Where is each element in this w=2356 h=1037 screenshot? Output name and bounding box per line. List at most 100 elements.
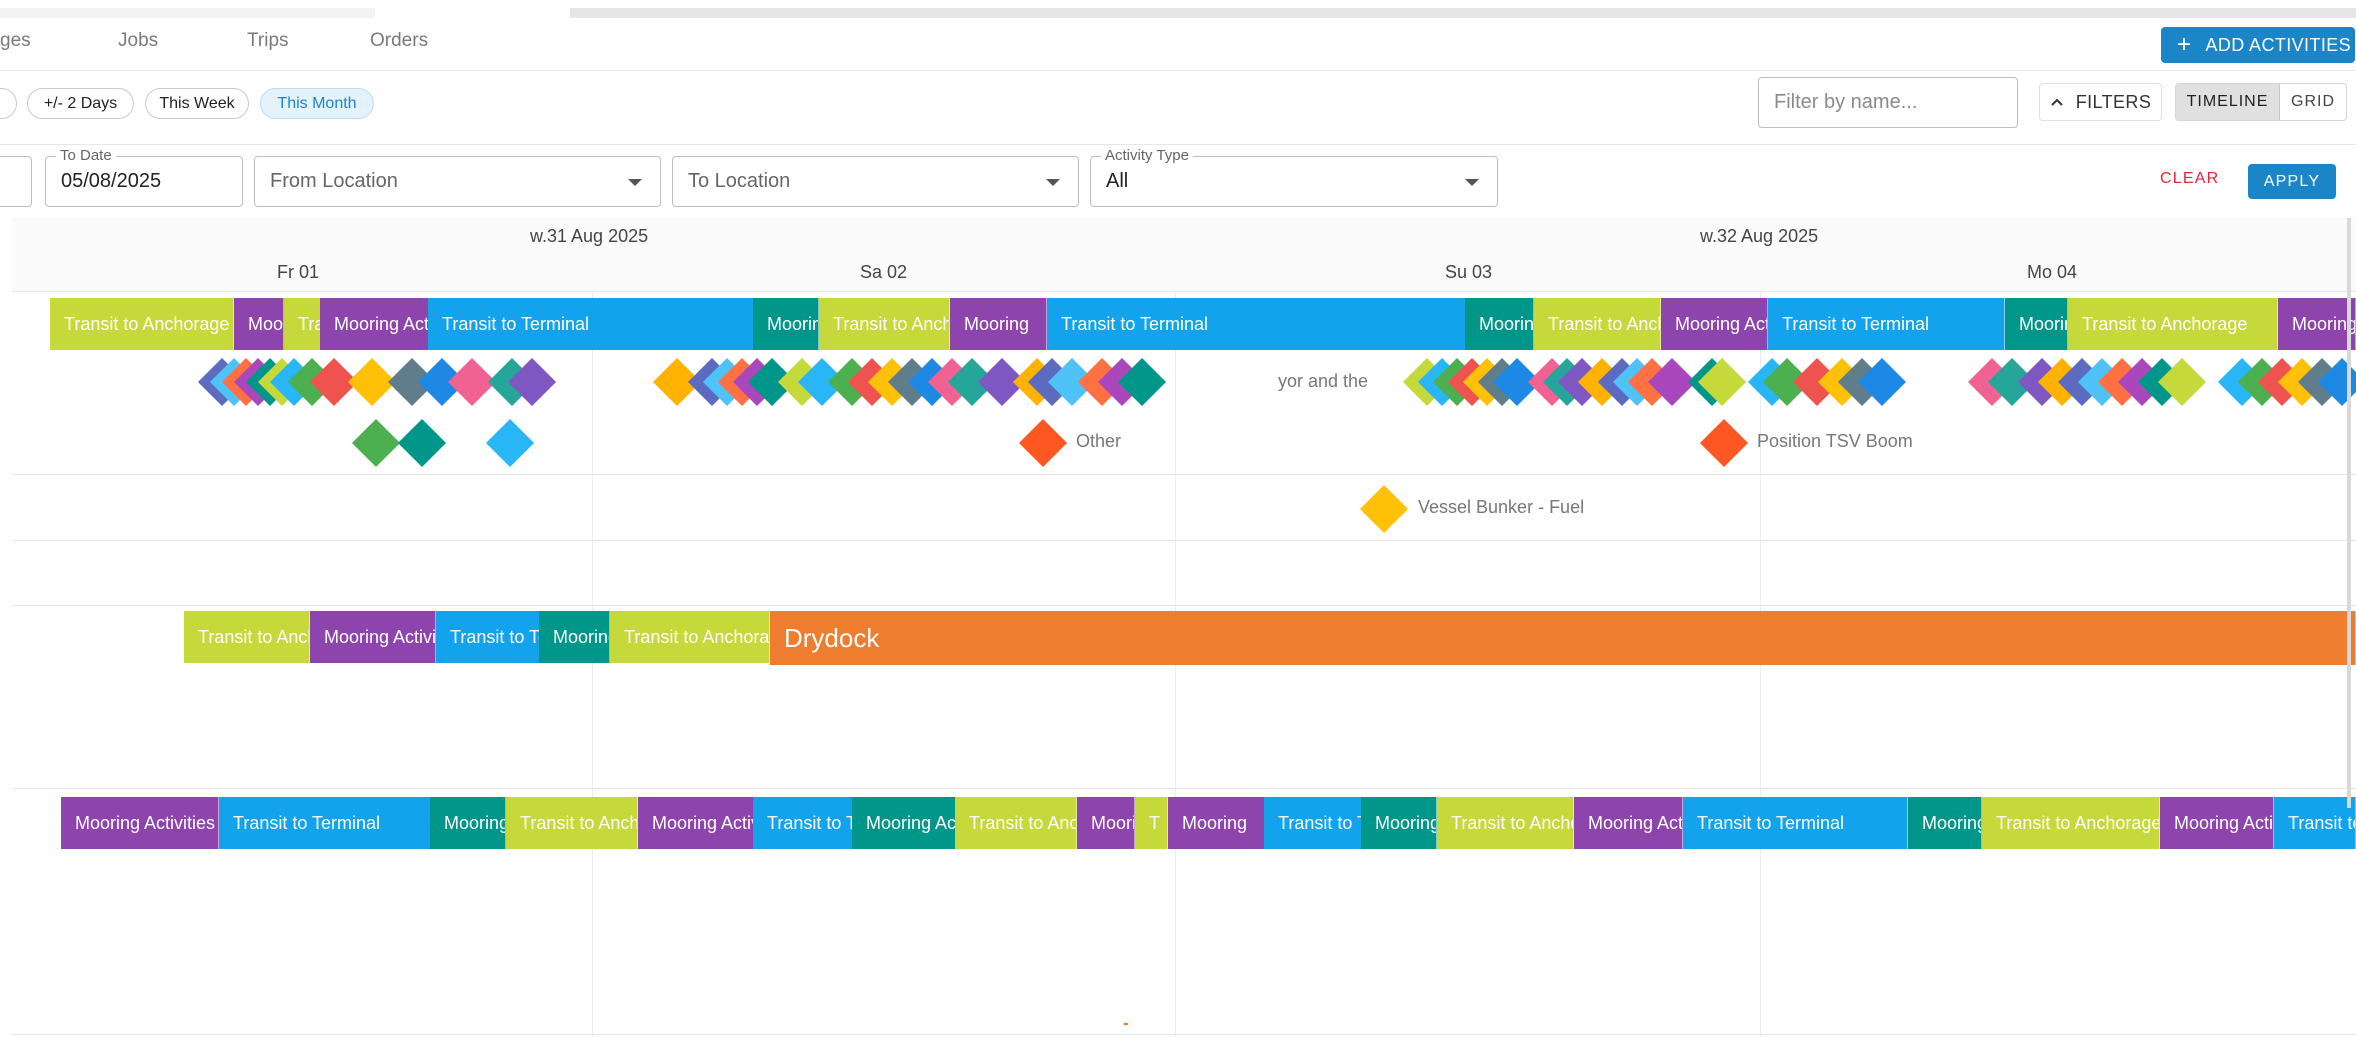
activity-bar[interactable]: Mooring Activities <box>1574 797 1683 849</box>
filters-label: FILTERS <box>2075 91 2152 112</box>
activity-bar[interactable]: Transit to Anchorage <box>184 611 310 663</box>
activity-bar[interactable]: Transit to Terminal <box>1047 298 1477 350</box>
activity-bar[interactable]: Mooring <box>2278 298 2356 350</box>
activity-bar[interactable]: Transit to Anchorage <box>284 298 322 350</box>
nav-divider <box>0 70 2356 71</box>
activity-bar[interactable]: Transit to Terminal <box>436 611 541 663</box>
activity-bar[interactable]: Transit to Terminal <box>428 298 767 350</box>
activity-bar[interactable]: Transit to Anchorage <box>506 797 638 849</box>
day-label: Sa 02 <box>860 262 908 282</box>
event-diamond-icon[interactable] <box>351 418 401 468</box>
activity-bar[interactable]: Transit to Terminal <box>219 797 432 849</box>
view-timeline-button[interactable]: TIMELINE <box>2176 84 2280 120</box>
event-label-position-tsv-boom: Position TSV Boom <box>1757 431 1913 451</box>
event-label-surveyor: yor and the <box>1278 371 1369 391</box>
to-date-value: 05/08/2025 <box>61 170 162 192</box>
toolbar-divider <box>0 144 2356 145</box>
chip-two-days[interactable]: +/- 2 Days <box>27 88 134 119</box>
event-label-other: Other <box>1076 431 1122 451</box>
activity-bar[interactable]: Mooring <box>430 797 506 849</box>
week-label: w.31 Aug 2025 <box>530 226 649 246</box>
activity-bar[interactable]: Mooring <box>753 298 819 350</box>
activity-bar[interactable]: Transit to Terminal <box>2274 797 2356 849</box>
caret-down-icon <box>628 179 642 186</box>
day-label: Su 03 <box>1445 262 1493 282</box>
activity-bar[interactable]: Mooring <box>539 611 610 663</box>
activities-app: ges Jobs Trips Orders + ADD ACTIVITIES +… <box>0 0 2356 1037</box>
activity-bar[interactable]: Mooring <box>1908 797 1982 849</box>
activity-type-value: All <box>1106 170 1129 192</box>
to-location-placeholder: To Location <box>688 170 791 192</box>
activity-bar[interactable]: Mooring Activities <box>1661 298 1768 350</box>
activity-bar[interactable]: Mooring <box>1077 797 1135 849</box>
activity-bar[interactable]: Mooring <box>950 298 1047 350</box>
activity-bar[interactable]: Mooring Activities <box>852 797 963 849</box>
activity-bar[interactable]: Transit to Anchorage <box>819 298 950 350</box>
row-divider <box>12 1034 2356 1035</box>
clear-button[interactable]: CLEAR <box>2160 170 2219 188</box>
day-label: Mo 04 <box>2027 262 2078 282</box>
event-diamond-icon[interactable] <box>1359 484 1409 534</box>
activity-bar[interactable]: Mooring Activities <box>2160 797 2274 849</box>
activity-type-select[interactable]: Activity Type All <box>1090 147 1498 207</box>
filter-by-name-input[interactable]: Filter by name... <box>1758 77 2018 128</box>
activity-bar[interactable]: Transit to Terminal <box>1683 797 1908 849</box>
from-location-select[interactable]: From Location <box>254 156 661 207</box>
filters-button[interactable]: FILTERS <box>2039 83 2162 121</box>
tab-trips[interactable]: Trips <box>247 30 289 52</box>
vertical-scrollbar[interactable] <box>2347 218 2351 808</box>
view-grid-button[interactable]: GRID <box>2280 84 2346 120</box>
activity-bar[interactable]: Transit to Terminal <box>753 797 856 849</box>
event-diamond-icon[interactable] <box>1018 418 1068 468</box>
chevron-up-icon <box>2051 98 2063 106</box>
event-diamond-icon[interactable] <box>1699 418 1749 468</box>
tab-jobs[interactable]: Jobs <box>118 30 158 52</box>
activity-type-label: Activity Type <box>1101 147 1193 164</box>
chip-this-month[interactable]: This Month <box>260 88 374 119</box>
activity-bar[interactable]: Mooring <box>1465 298 1534 350</box>
activity-bar[interactable]: Transit to Anchorage <box>2068 298 2278 350</box>
activity-bar[interactable]: Mooring <box>1168 797 1266 849</box>
row-divider <box>12 474 2356 475</box>
chip-this-week[interactable]: This Week <box>145 88 249 119</box>
chip-previous[interactable] <box>0 88 17 119</box>
plus-icon: + <box>2177 31 2192 58</box>
view-toggle: TIMELINE GRID <box>2175 83 2347 121</box>
day-label: Fr 01 <box>277 262 320 282</box>
to-date-field[interactable]: To Date 05/08/2025 <box>45 147 243 207</box>
activity-bar[interactable]: Transit to Terminal <box>1768 298 2005 350</box>
timeline: w.31 Aug 2025 w.32 Aug 2025 Fr 01 Sa 02 … <box>12 218 2356 1037</box>
activity-bar[interactable]: Mooring Activities <box>320 298 438 350</box>
caret-down-icon <box>1465 179 1479 186</box>
activity-bar[interactable]: Transit to Terminal <box>1264 797 1362 849</box>
activity-bar[interactable]: Mooring Activities <box>310 611 436 663</box>
activity-bar[interactable]: Transit to Anchorage <box>1437 797 1574 849</box>
activity-bar[interactable]: Transit to Anchorage <box>610 611 770 663</box>
activity-bar[interactable]: Mooring <box>2005 298 2068 350</box>
activity-bar[interactable]: Transit to Anchorage <box>1534 298 1661 350</box>
top-scroll-strip <box>0 0 2356 18</box>
row-divider <box>12 788 2356 789</box>
event-label-vessel-bunker-fuel: Vessel Bunker - Fuel <box>1418 497 1585 517</box>
to-location-select[interactable]: To Location <box>672 156 1079 207</box>
activity-bar[interactable]: Transit to Anchorage <box>1982 797 2160 849</box>
marker-dot <box>1124 1023 1128 1025</box>
activity-bar[interactable]: Transit to Anchorage <box>50 298 234 350</box>
tab-messages[interactable]: ges <box>0 30 31 52</box>
activity-bar[interactable]: Mooring Activities <box>61 797 219 849</box>
tab-orders[interactable]: Orders <box>370 30 428 52</box>
activity-bar[interactable]: T <box>1135 797 1168 849</box>
event-diamond-icon[interactable] <box>397 418 447 468</box>
activity-bar[interactable]: Drydock <box>770 611 2356 665</box>
activity-bar[interactable]: Mooring Activities <box>638 797 757 849</box>
add-activities-label: ADD ACTIVITIES <box>2205 34 2352 55</box>
row-divider <box>12 605 2356 606</box>
timeline-header: w.31 Aug 2025 w.32 Aug 2025 Fr 01 Sa 02 … <box>12 218 2356 292</box>
event-diamond-icon[interactable] <box>485 418 535 468</box>
from-date-field[interactable] <box>0 156 32 207</box>
add-activities-button[interactable]: + ADD ACTIVITIES <box>2161 27 2355 63</box>
activity-bar[interactable]: Mooring <box>1361 797 1437 849</box>
activity-bar[interactable]: Transit to Anchorage <box>955 797 1077 849</box>
apply-button[interactable]: APPLY <box>2248 164 2336 199</box>
activity-bar[interactable]: Mooring Activities <box>234 298 284 350</box>
